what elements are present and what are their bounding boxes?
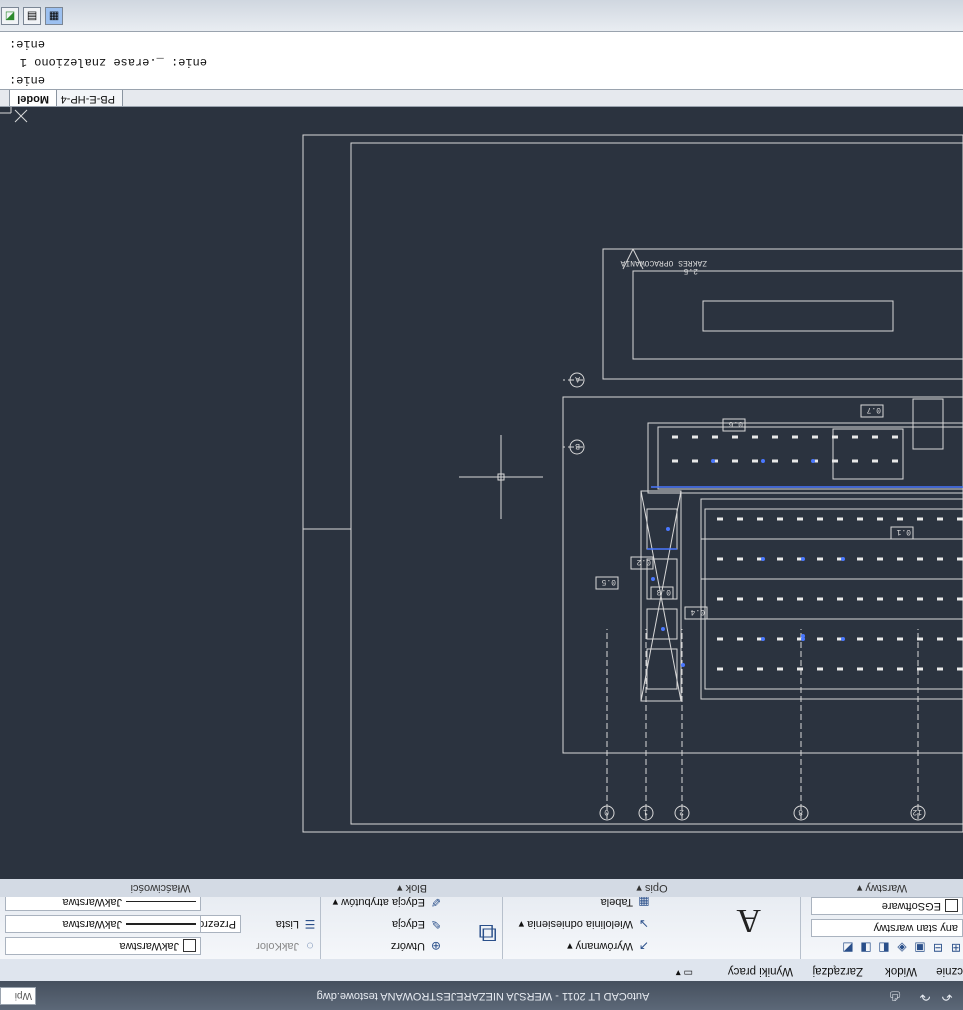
room-tag-6: 0.6 xyxy=(728,419,743,428)
axis-label-a: A xyxy=(575,374,580,383)
command-history-line-2: enie: _.erase znaleziono 1 xyxy=(19,55,207,69)
axis-label-1: 0 xyxy=(604,807,609,816)
properties-panel-title[interactable]: Właściwości xyxy=(0,879,321,897)
create-block-button[interactable]: ⊕Utwórz xyxy=(391,939,443,953)
table-icon: ▦ xyxy=(638,895,650,909)
layer-lock-icon[interactable]: ◩ xyxy=(841,941,855,955)
axis-label-4: 8 xyxy=(798,807,803,816)
layer-walk-icon[interactable]: ◨ xyxy=(859,941,873,955)
current-layer-label: EGSoftware xyxy=(881,900,941,912)
color-layer-button[interactable]: ◌JakKolor xyxy=(256,939,317,953)
tab-insert[interactable]: cznie xyxy=(936,965,963,977)
layers-panel-title[interactable]: Warstwy ▾ xyxy=(801,879,963,897)
edit-block-button[interactable]: ✎Edycja xyxy=(392,917,443,931)
layer-tools[interactable]: ⊞ ⊟ ▣ ◈ ◧ ◨ ◩ xyxy=(837,941,963,955)
window-title: AutoCAD LT 2011 - WERSJA NIEZAREJESTROWA… xyxy=(316,990,650,1002)
list-icon: ☰ xyxy=(304,917,316,931)
ucs-icon xyxy=(0,107,28,123)
crosshair-cursor xyxy=(459,435,543,519)
properties-panel: ◌JakKolor ☰Lista Przezroczystość JakWars… xyxy=(0,879,321,959)
print-icon[interactable]: ⎙ xyxy=(887,988,903,1004)
layer-previous-icon[interactable]: ◧ xyxy=(877,941,891,955)
sheet-frame-inner xyxy=(350,142,963,825)
layout-tabs: PB-E-HP-4 Model xyxy=(0,89,963,107)
color-dropdown[interactable]: JakWarstwa xyxy=(5,937,201,955)
tab-output[interactable]: Wyniki pracy xyxy=(728,965,793,977)
dimension-icon: ↗ xyxy=(638,938,650,953)
layer-state-dropdown[interactable]: any stan warstwy xyxy=(811,919,963,937)
sheet-frame-outer xyxy=(302,134,963,833)
annotation-panel: A ↗Wyrównany ▾ ↘Wielolinia odniesienia ▾… xyxy=(502,879,801,959)
block-panel: ⧉ ⊕Utwórz ✎Edycja ✐Edycja atrybutów ▾ Bl… xyxy=(320,879,503,959)
tab-view[interactable]: Widok xyxy=(885,965,917,977)
ribbon-tab-row: cznie Widok Zarządzaj Wyniki pracy ▭ ▾ xyxy=(0,958,963,981)
tab-model[interactable]: Model xyxy=(9,89,57,106)
mtext-icon[interactable]: A xyxy=(736,901,761,939)
room-tag-4: 0.4 xyxy=(690,607,705,616)
tab-manage[interactable]: Zarządzaj xyxy=(813,965,864,977)
drawing-texts: 0.1 0.2 0.3 0.4 0.5 0.6 0.7 ZAKRES OPRAC… xyxy=(575,258,922,816)
room-tag-2: 0.2 xyxy=(636,557,651,566)
room-tag-7: 0.7 xyxy=(866,405,881,414)
layer-freeze-icon[interactable]: ⊟ xyxy=(931,941,945,955)
annotation-panel-title[interactable]: Opis ▾ xyxy=(503,879,801,897)
layer-color-swatch xyxy=(945,899,958,913)
table-button[interactable]: ▦Tabela xyxy=(601,895,651,909)
undo-icon[interactable]: ↶ xyxy=(939,988,955,1004)
status-bar: ▦ ▤ ◩ xyxy=(0,0,963,32)
floor-plan-drawing: 0.1 0.2 0.3 0.4 0.5 0.6 0.7 ZAKRES OPRAC… xyxy=(0,107,963,833)
layer-isolate-icon[interactable]: ▣ xyxy=(913,941,927,955)
linetype-swatch xyxy=(126,901,196,903)
create-block-icon: ⊕ xyxy=(430,939,442,953)
edit-attributes-button[interactable]: ✐Edycja atrybutów ▾ xyxy=(333,895,443,909)
tab-layout-pb-e-hp-4[interactable]: PB-E-HP-4 xyxy=(52,89,123,106)
model-space-icon[interactable]: ▤ xyxy=(23,7,41,25)
command-line[interactable]: enie: enie: _.erase znaleziono 1 enie: xyxy=(0,30,963,90)
lineweight-dropdown[interactable]: JakWarstwa xyxy=(5,915,201,933)
current-layer-dropdown[interactable]: EGSoftware xyxy=(811,897,963,915)
title-bar: ⎙ ↷ ↶ AutoCAD LT 2011 - WERSJA NIEZAREJE… xyxy=(0,981,963,1010)
drawing-canvas[interactable]: 0.1 0.2 0.3 0.4 0.5 0.6 0.7 ZAKRES OPRAC… xyxy=(0,107,963,879)
multileader-button[interactable]: ↘Wielolinia odniesienia ▾ xyxy=(519,917,651,931)
ribbon-minimize-icon[interactable]: ▭ ▾ xyxy=(676,967,693,978)
fixture-dots xyxy=(651,459,845,667)
edit-attributes-icon: ✐ xyxy=(430,894,442,909)
linear-dimension-button[interactable]: ↗Wyrównany ▾ xyxy=(567,939,651,953)
axis-label-b: B xyxy=(575,441,580,450)
command-prompt[interactable]: enie: xyxy=(9,37,45,51)
lineweight-swatch xyxy=(126,922,196,925)
layers-panel: ⊞ ⊟ ▣ ◈ ◧ ◨ ◩ any stan warstwy EGSoftware Wars… xyxy=(800,879,963,959)
color-swatch xyxy=(183,939,196,953)
axis-label-2: 1 xyxy=(643,807,648,816)
autocad-window: ⎙ ↷ ↶ AutoCAD LT 2011 - WERSJA NIEZAREJE… xyxy=(0,0,963,1010)
block-panel-title[interactable]: Blok ▾ xyxy=(321,879,503,897)
list-button[interactable]: ☰Lista xyxy=(276,917,317,931)
color-layer-icon: ◌ xyxy=(306,939,314,953)
layer-match-icon[interactable]: ◈ xyxy=(895,941,909,955)
insert-block-icon[interactable]: ⧉ xyxy=(478,917,497,949)
grid-toggle-icon[interactable]: ▦ xyxy=(45,7,63,25)
multileader-icon: ↘ xyxy=(638,916,650,931)
ribbon: ⊞ ⊟ ▣ ◈ ◧ ◨ ◩ any stan warstwy EGSoftware Wars… xyxy=(0,878,963,959)
quick-view-icon[interactable]: ◩ xyxy=(1,7,19,25)
search-input[interactable]: Wpi xyxy=(0,987,36,1005)
dimension-label: 2.5 xyxy=(683,266,698,275)
room-tag-3: 0.3 xyxy=(656,587,671,596)
command-history-line-1: enie: xyxy=(8,73,45,87)
redo-icon[interactable]: ↷ xyxy=(917,988,933,1004)
axis-label-3: 2 xyxy=(679,807,684,816)
layer-off-icon[interactable]: ⊞ xyxy=(949,941,963,955)
room-tag-1: 0.1 xyxy=(896,527,911,536)
axis-label-5: 12 xyxy=(912,807,922,816)
edit-block-icon: ✎ xyxy=(430,917,442,931)
room-tag-5: 0.5 xyxy=(601,577,616,586)
